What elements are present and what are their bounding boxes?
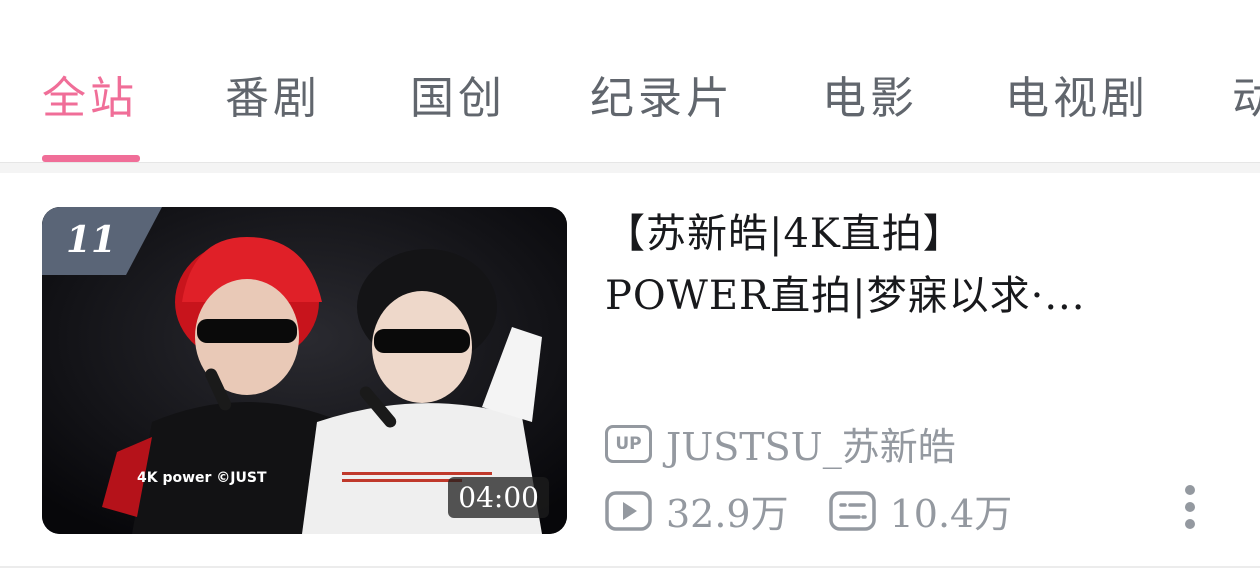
tab-animation[interactable]: 动 <box>1232 62 1260 126</box>
danmaku-icon <box>828 490 876 531</box>
tab-anime[interactable]: 番剧 <box>225 62 321 126</box>
tab-tv-series[interactable]: 电视剧 <box>1005 62 1149 126</box>
video-duration: 04:00 <box>448 477 549 518</box>
uploader-name: JUSTSU_苏新皓 <box>666 425 956 469</box>
tab-all[interactable]: 全站 <box>42 62 138 126</box>
up-icon: UP <box>605 424 652 463</box>
more-options-icon[interactable] <box>1180 485 1200 533</box>
video-card[interactable]: 4K power ©JUST 11 04:00 【苏新皓|4K直拍】 POWER… <box>0 173 1260 573</box>
danmaku-count-value: 10.4万 <box>889 492 1013 536</box>
uploader-row[interactable]: UP JUSTSU_苏新皓 <box>605 416 956 471</box>
section-divider <box>0 163 1260 173</box>
video-title-line1: 【苏新皓|4K直拍】 <box>605 211 964 257</box>
view-count-value: 32.9万 <box>666 492 789 536</box>
rank-number: 11 <box>66 219 117 261</box>
tab-documentary[interactable]: 纪录片 <box>590 62 734 126</box>
tab-movie[interactable]: 电影 <box>822 62 918 126</box>
video-title-line2: POWER直拍|梦寐以求·... <box>605 273 1086 319</box>
play-count-icon <box>605 490 652 531</box>
danmaku-count: 10.4万 <box>828 483 1013 538</box>
category-tabs: 全站 番剧 国创 纪录片 电影 电视剧 动 <box>0 0 1260 163</box>
tab-guochuang[interactable]: 国创 <box>410 62 506 126</box>
card-bottom-divider <box>0 566 1260 568</box>
stats-row: 32.9万 10.4万 <box>605 483 1052 538</box>
active-tab-indicator <box>42 155 140 162</box>
view-count: 32.9万 <box>605 483 789 538</box>
video-thumbnail[interactable]: 4K power ©JUST 11 04:00 <box>42 207 567 534</box>
video-title[interactable]: 【苏新皓|4K直拍】 POWER直拍|梦寐以求·... <box>605 203 1205 327</box>
thumbnail-overlay-text: 4K power ©JUST <box>137 470 267 486</box>
